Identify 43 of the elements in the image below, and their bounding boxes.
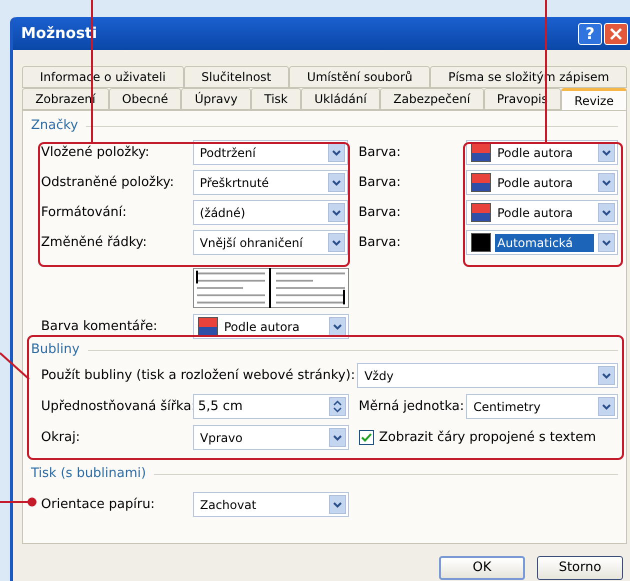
field-label: Změněné řádky: [41, 234, 148, 252]
field-label: Použít bubliny (tisk a rozložení webové stránky): [41, 366, 356, 385]
dropdown[interactable]: Podtržení [192, 140, 348, 165]
field-label: Orientace papíru: [41, 496, 156, 514]
help-button[interactable]: ? [578, 22, 602, 44]
tab[interactable]: Revize [561, 88, 628, 110]
field-label: Formátování: [41, 204, 128, 222]
dialog-button[interactable]: OK [439, 556, 525, 580]
dropdown[interactable]: Vpravo [193, 425, 349, 450]
field-label: Barva: [358, 174, 402, 192]
field-label: Vložené položky: [41, 144, 150, 162]
spin-field[interactable]: 5,5 cm [193, 394, 349, 419]
field-label: Barva: [358, 204, 402, 222]
tab[interactable]: Ukládání [301, 88, 380, 110]
dropdown[interactable]: Podle autora [466, 170, 618, 195]
dropdown[interactable]: Centimetry [466, 394, 618, 419]
tab[interactable]: Slučitelnost [184, 66, 290, 88]
tab[interactable]: Tisk [250, 88, 302, 110]
field-label: Barva komentáře: [41, 318, 158, 336]
section-heading: Tisk (s bublinami) [31, 465, 146, 484]
field-label: Okraj: [41, 428, 82, 447]
checkbox-label: Zobrazit čáry propojené s textem [379, 428, 596, 447]
dropdown[interactable]: Podle autora [466, 140, 618, 165]
dropdown[interactable]: Vnější ohraničení [192, 230, 348, 255]
dropdown[interactable]: (žádné) [192, 200, 348, 225]
dropdown[interactable]: Automatická [466, 230, 618, 255]
field-label: Měrná jednotka: [358, 398, 466, 416]
field-label: Odstraněné položky: [41, 174, 176, 192]
dropdown[interactable]: Podle autora [466, 200, 618, 225]
section-heading: Bubliny [31, 341, 80, 360]
dropdown[interactable]: Přeškrtnuté [192, 170, 348, 195]
dropdown[interactable]: Podle autora [193, 314, 349, 339]
dropdown[interactable]: Vždy [357, 363, 618, 388]
dialog-button[interactable]: Storno [537, 556, 623, 580]
field-label: Barva: [358, 144, 402, 162]
field-label: Barva: [358, 234, 402, 252]
field-label: Upřednostňovaná šířka: [41, 398, 193, 416]
tab[interactable]: Zabezpečení [380, 88, 484, 110]
tab[interactable]: Úpravy [181, 88, 251, 110]
dropdown[interactable]: Zachovat [193, 492, 349, 517]
tab[interactable]: Obecné [108, 88, 182, 110]
tab[interactable]: Umístění souborů [289, 66, 430, 88]
section-heading: Značky [31, 117, 78, 136]
